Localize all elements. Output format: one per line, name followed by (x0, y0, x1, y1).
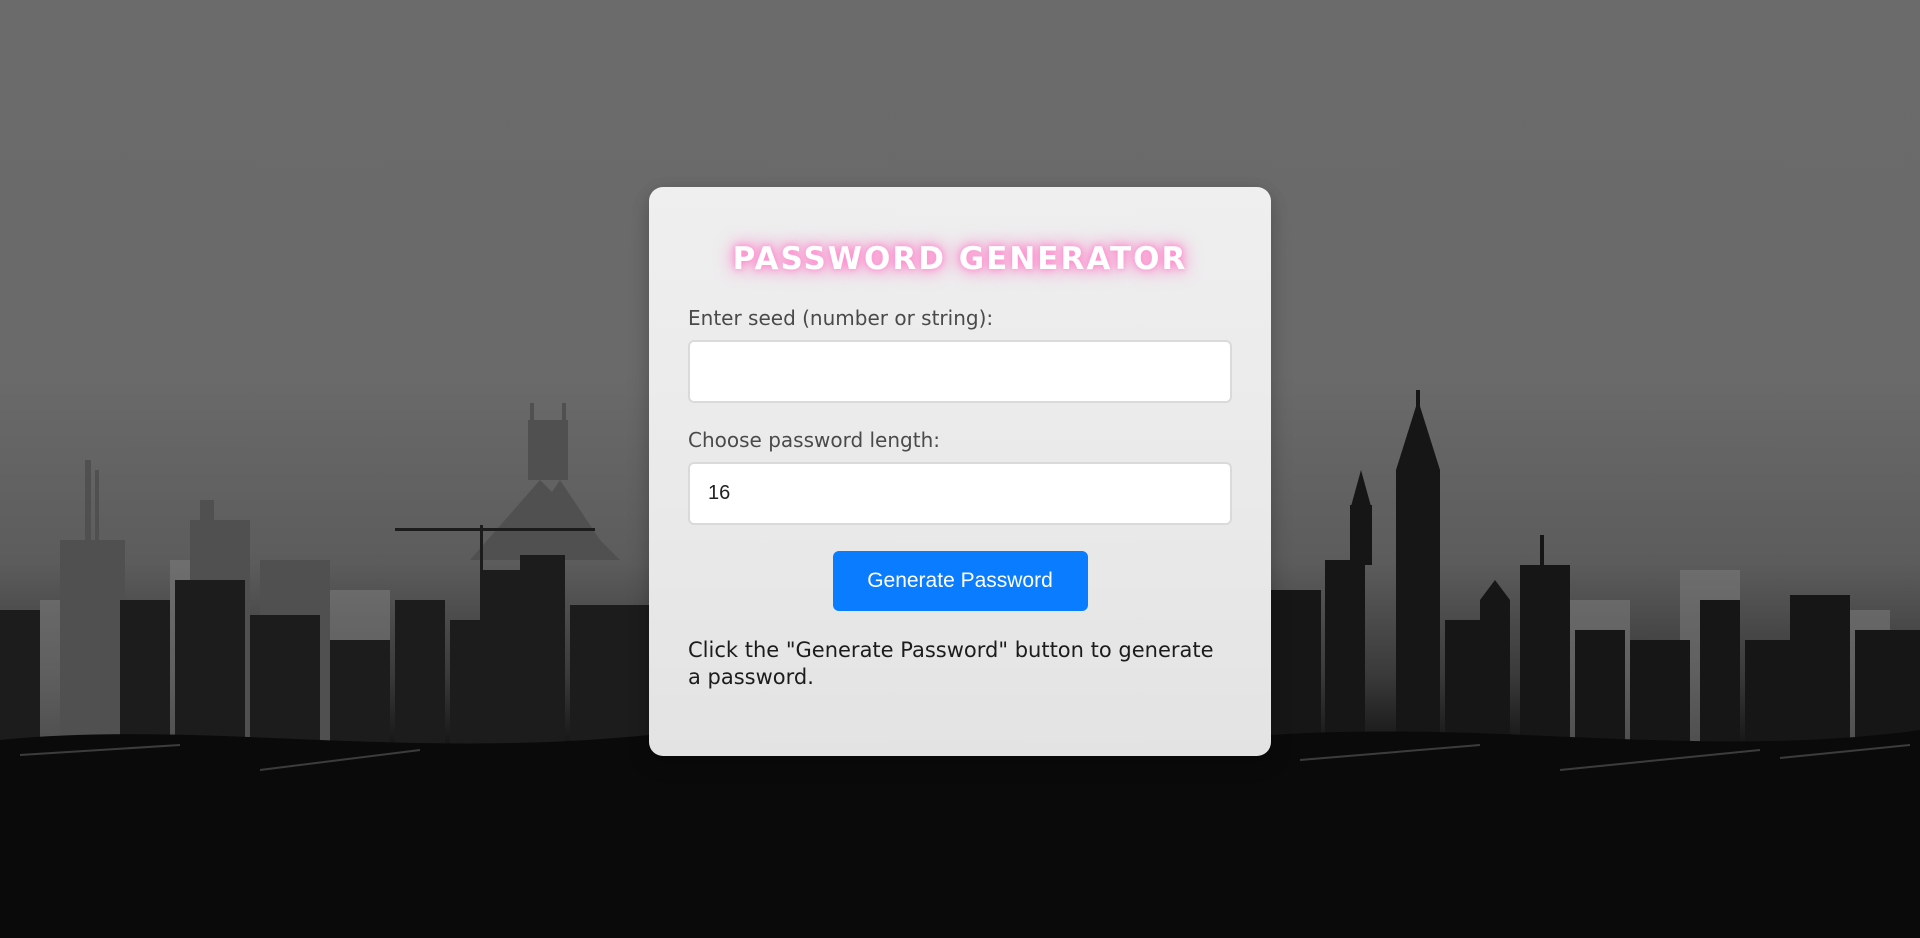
password-generator-card: PASSWORD GENERATOR Enter seed (number or… (649, 187, 1271, 756)
seed-input[interactable] (688, 340, 1232, 403)
password-length-input[interactable] (688, 462, 1232, 525)
page-background: PASSWORD GENERATOR Enter seed (number or… (0, 0, 1920, 938)
seed-label: Enter seed (number or string): (688, 306, 994, 330)
result-message: Click the "Generate Password" button to … (688, 638, 1214, 689)
generate-password-button[interactable]: Generate Password (832, 551, 1088, 611)
app-title: PASSWORD GENERATOR (732, 241, 1188, 277)
button-row: Generate Password (688, 551, 1232, 611)
length-label: Choose password length: (688, 428, 940, 452)
